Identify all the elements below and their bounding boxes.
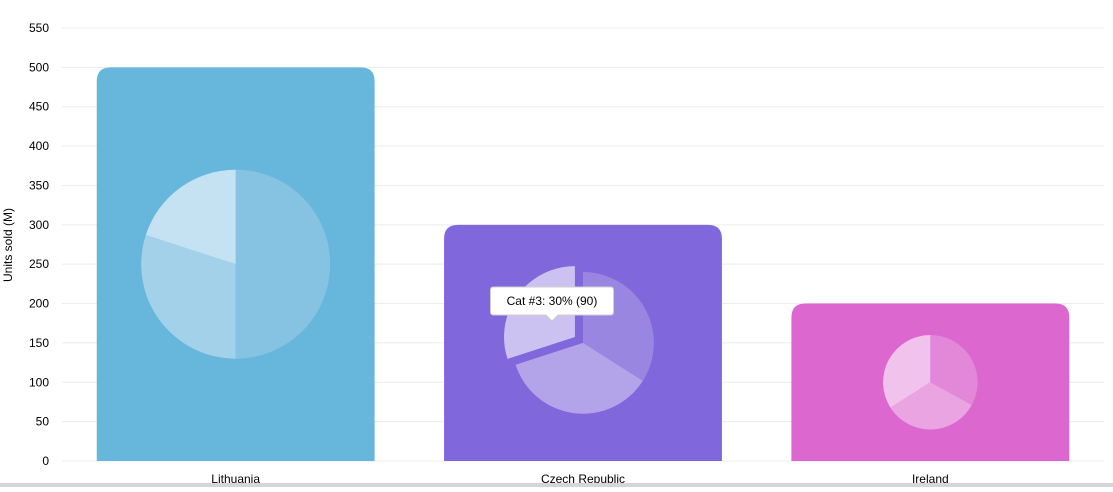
bottom-scrollbar: [0, 483, 1113, 487]
y-tick-label: 450: [29, 100, 49, 114]
y-tick-label: 100: [29, 375, 49, 389]
y-tick-label: 50: [36, 415, 50, 429]
chart: 0 50 100 150 200 250 300 350 400 450 500 550 Units …: [0, 0, 1113, 487]
tooltip-text: Cat #3: 30% (90): [507, 294, 598, 308]
y-axis-label: Units sold (M): [1, 208, 15, 282]
y-tick-label: 550: [29, 21, 49, 35]
y-tick-label: 250: [29, 257, 49, 271]
y-tick-label: 500: [29, 60, 49, 74]
y-axis: 0 50 100 150 200 250 300 350 400 450 500 550: [29, 21, 49, 468]
y-tick-label: 400: [29, 139, 49, 153]
pie-lithuania: [141, 169, 331, 359]
y-tick-label: 350: [29, 178, 49, 192]
chart-svg: 0 50 100 150 200 250 300 350 400 450 500 550 Units …: [1, 21, 1104, 486]
y-tick-label: 200: [29, 297, 49, 311]
y-tick-label: 0: [42, 454, 49, 468]
pie-ireland: [883, 335, 978, 430]
y-tick-label: 300: [29, 218, 49, 232]
y-tick-label: 150: [29, 336, 49, 350]
